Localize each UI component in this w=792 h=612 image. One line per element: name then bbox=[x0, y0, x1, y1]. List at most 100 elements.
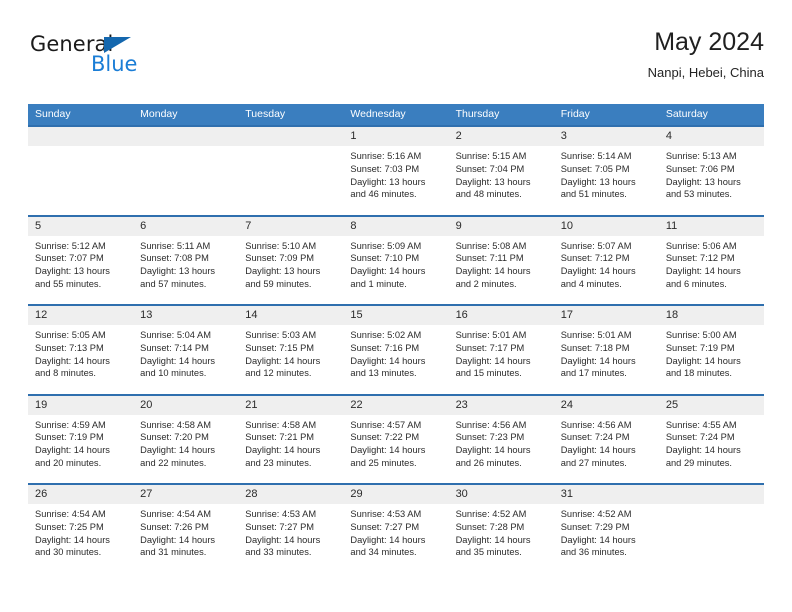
day-cell[interactable]: 14 Sunrise: 5:03 AM Sunset: 7:15 PM Dayligh… bbox=[238, 304, 344, 394]
sunrise-text: Sunrise: 5:04 AM bbox=[140, 330, 211, 340]
weekday-header-sunday: Sunday bbox=[35, 108, 71, 120]
day-number: 14 bbox=[238, 306, 344, 325]
day-number: 23 bbox=[448, 395, 554, 415]
day-details: Sunrise: 5:11 AM Sunset: 7:08 PM Daylight:… bbox=[133, 236, 238, 291]
weekday-header-wednesday: Wednesday bbox=[350, 108, 406, 120]
day-cell[interactable]: 17 Sunrise: 5:01 AM Sunset: 7:18 PM Dayligh… bbox=[553, 304, 659, 394]
day-cell[interactable]: 4 Sunrise: 5:13 AM Sunset: 7:06 PM Daylight… bbox=[658, 125, 764, 215]
day-number: 1 bbox=[343, 127, 449, 146]
day-cell[interactable]: 22 Sunrise: 4:57 AM Sunset: 7:22 PM Dayligh… bbox=[343, 393, 449, 483]
day-cell[interactable]: 8 Sunrise: 5:09 AM Sunset: 7:10 PM Daylight… bbox=[343, 214, 449, 304]
day-details: Sunrise: 5:02 AM Sunset: 7:16 PM Daylight:… bbox=[343, 325, 448, 380]
daylight-text: Daylight: 14 hours and 27 minutes. bbox=[560, 445, 636, 468]
day-cell[interactable]: 3 Sunrise: 5:14 AM Sunset: 7:05 PM Daylight… bbox=[553, 125, 659, 215]
day-number: 26 bbox=[28, 485, 134, 504]
day-number bbox=[133, 127, 239, 146]
sunset-text: Sunset: 7:12 PM bbox=[560, 253, 630, 264]
day-cell[interactable]: 23 Sunrise: 4:56 AM Sunset: 7:23 PM Dayligh… bbox=[448, 393, 554, 483]
day-number: 7 bbox=[238, 216, 344, 236]
day-number: 2 bbox=[448, 127, 554, 146]
logo-triangle-icon bbox=[104, 37, 131, 53]
sunrise-text: Sunrise: 5:03 AM bbox=[245, 330, 317, 340]
sunrise-text: Sunrise: 4:58 AM bbox=[245, 419, 317, 430]
calendar-grid: Sunday Monday Tuesday Wednesday Thursday Frid… bbox=[28, 104, 764, 573]
daylight-text: Daylight: 14 hours and 26 minutes. bbox=[455, 445, 531, 468]
sunset-text: Sunset: 7:12 PM bbox=[665, 253, 735, 264]
sunset-text: Sunset: 7:06 PM bbox=[665, 163, 735, 174]
day-cell[interactable]: 13 Sunrise: 5:04 AM Sunset: 7:14 PM Dayligh… bbox=[133, 304, 239, 394]
day-details: Sunrise: 5:04 AM Sunset: 7:14 PM Daylight:… bbox=[133, 325, 238, 380]
day-cell-empty bbox=[658, 483, 764, 573]
day-cell[interactable]: 27 Sunrise: 4:54 AM Sunset: 7:26 PM Dayligh… bbox=[133, 483, 239, 573]
sunset-text: Sunset: 7:28 PM bbox=[455, 521, 525, 532]
weekday-header-thursday: Thursday bbox=[455, 108, 500, 120]
sunrise-text: Sunrise: 5:16 AM bbox=[350, 151, 422, 161]
daylight-text: Daylight: 14 hours and 2 minutes. bbox=[455, 266, 531, 289]
day-cell[interactable]: 7 Sunrise: 5:10 AM Sunset: 7:09 PM Daylight… bbox=[238, 214, 344, 304]
daylight-text: Daylight: 14 hours and 6 minutes. bbox=[665, 266, 741, 289]
sunset-text: Sunset: 7:20 PM bbox=[140, 432, 209, 443]
sunset-text: Sunset: 7:10 PM bbox=[350, 253, 420, 264]
sunrise-text: Sunrise: 5:00 AM bbox=[665, 330, 737, 340]
sunset-text: Sunset: 7:05 PM bbox=[560, 163, 630, 174]
day-details: Sunrise: 5:13 AM Sunset: 7:06 PM Daylight:… bbox=[659, 146, 764, 201]
sunrise-text: Sunrise: 4:59 AM bbox=[35, 419, 106, 430]
day-number: 22 bbox=[343, 395, 449, 415]
day-cell[interactable]: 20 Sunrise: 4:58 AM Sunset: 7:20 PM Dayligh… bbox=[133, 393, 239, 483]
daylight-text: Daylight: 14 hours and 22 minutes. bbox=[140, 445, 216, 468]
weekday-header-saturday: Saturday bbox=[665, 108, 708, 120]
day-cell[interactable]: 19 Sunrise: 4:59 AM Sunset: 7:19 PM Dayligh… bbox=[28, 393, 134, 483]
sunrise-text: Sunrise: 4:55 AM bbox=[665, 419, 737, 430]
daylight-text: Daylight: 14 hours and 4 minutes. bbox=[560, 266, 636, 289]
sunrise-text: Sunrise: 4:54 AM bbox=[35, 509, 106, 519]
day-number: 15 bbox=[343, 306, 449, 325]
weekday-header-friday: Friday bbox=[560, 108, 590, 120]
day-details: Sunrise: 4:54 AM Sunset: 7:26 PM Daylight:… bbox=[133, 504, 238, 559]
day-details: Sunrise: 4:53 AM Sunset: 7:27 PM Daylight:… bbox=[343, 504, 448, 559]
day-cell[interactable]: 1 Sunrise: 5:16 AM Sunset: 7:03 PM Daylight… bbox=[343, 125, 449, 215]
sunrise-text: Sunrise: 4:56 AM bbox=[560, 419, 632, 430]
sunset-text: Sunset: 7:21 PM bbox=[245, 432, 315, 443]
day-details: Sunrise: 5:00 AM Sunset: 7:19 PM Daylight:… bbox=[659, 325, 764, 380]
daylight-text: Daylight: 13 hours and 59 minutes. bbox=[245, 266, 321, 289]
day-cell[interactable]: 25 Sunrise: 4:55 AM Sunset: 7:24 PM Dayligh… bbox=[658, 393, 764, 483]
daylight-text: Daylight: 14 hours and 36 minutes. bbox=[560, 534, 636, 558]
day-cell[interactable]: 21 Sunrise: 4:58 AM Sunset: 7:21 PM Dayligh… bbox=[238, 393, 344, 483]
day-cell[interactable]: 9 Sunrise: 5:08 AM Sunset: 7:11 PM Daylight… bbox=[448, 214, 554, 304]
day-cell[interactable]: 6 Sunrise: 5:11 AM Sunset: 7:08 PM Daylight… bbox=[133, 214, 239, 304]
day-cell[interactable]: 28 Sunrise: 4:53 AM Sunset: 7:27 PM Dayligh… bbox=[238, 483, 344, 573]
sunrise-text: Sunrise: 4:52 AM bbox=[560, 509, 632, 519]
day-cell[interactable]: 5 Sunrise: 5:12 AM Sunset: 7:07 PM Daylight… bbox=[28, 214, 134, 304]
sunrise-text: Sunrise: 5:01 AM bbox=[560, 330, 632, 340]
day-details: Sunrise: 5:06 AM Sunset: 7:12 PM Daylight:… bbox=[659, 236, 764, 291]
day-number bbox=[28, 127, 134, 146]
day-cell[interactable]: 18 Sunrise: 5:00 AM Sunset: 7:19 PM Dayligh… bbox=[658, 304, 764, 394]
day-cell[interactable]: 11 Sunrise: 5:06 AM Sunset: 7:12 PM Dayligh… bbox=[658, 214, 764, 304]
day-cell[interactable]: 15 Sunrise: 5:02 AM Sunset: 7:16 PM Dayligh… bbox=[343, 304, 449, 394]
sunrise-text: Sunrise: 5:12 AM bbox=[35, 240, 106, 251]
page-title: May 2024 bbox=[654, 28, 764, 56]
day-details: Sunrise: 5:05 AM Sunset: 7:13 PM Daylight:… bbox=[28, 325, 133, 380]
sunset-text: Sunset: 7:29 PM bbox=[560, 521, 630, 532]
day-cell[interactable]: 10 Sunrise: 5:07 AM Sunset: 7:12 PM Dayligh… bbox=[553, 214, 659, 304]
day-details: Sunrise: 4:58 AM Sunset: 7:20 PM Daylight:… bbox=[133, 415, 238, 470]
day-number: 4 bbox=[658, 127, 764, 146]
day-cell[interactable]: 26 Sunrise: 4:54 AM Sunset: 7:25 PM Dayligh… bbox=[28, 483, 134, 573]
day-cell[interactable]: 30 Sunrise: 4:52 AM Sunset: 7:28 PM Dayligh… bbox=[448, 483, 554, 573]
day-cell[interactable]: 29 Sunrise: 4:53 AM Sunset: 7:27 PM Dayligh… bbox=[343, 483, 449, 573]
day-cell[interactable]: 12 Sunrise: 5:05 AM Sunset: 7:13 PM Dayligh… bbox=[28, 304, 134, 394]
sunset-text: Sunset: 7:09 PM bbox=[245, 253, 315, 264]
day-number bbox=[658, 485, 764, 504]
day-cell[interactable]: 31 Sunrise: 4:52 AM Sunset: 7:29 PM Dayligh… bbox=[553, 483, 659, 573]
day-cell[interactable]: 2 Sunrise: 5:15 AM Sunset: 7:04 PM Daylight… bbox=[448, 125, 554, 215]
week-row: 19 Sunrise: 4:59 AM Sunset: 7:19 PM Dayligh… bbox=[28, 393, 764, 483]
weekday-header-row: Sunday Monday Tuesday Wednesday Thursday Frid… bbox=[28, 104, 764, 125]
daylight-text: Daylight: 13 hours and 55 minutes. bbox=[35, 266, 110, 289]
day-cell[interactable]: 16 Sunrise: 5:01 AM Sunset: 7:17 PM Dayligh… bbox=[448, 304, 554, 394]
day-details: Sunrise: 5:03 AM Sunset: 7:15 PM Daylight:… bbox=[238, 325, 343, 380]
sunset-text: Sunset: 7:04 PM bbox=[455, 163, 525, 174]
day-cell[interactable]: 24 Sunrise: 4:56 AM Sunset: 7:24 PM Dayligh… bbox=[553, 393, 659, 483]
sunrise-text: Sunrise: 5:14 AM bbox=[560, 151, 632, 161]
general-blue-logo[interactable]: General Blue bbox=[30, 34, 210, 90]
week-row: 5 Sunrise: 5:12 AM Sunset: 7:07 PM Daylight… bbox=[28, 214, 764, 304]
